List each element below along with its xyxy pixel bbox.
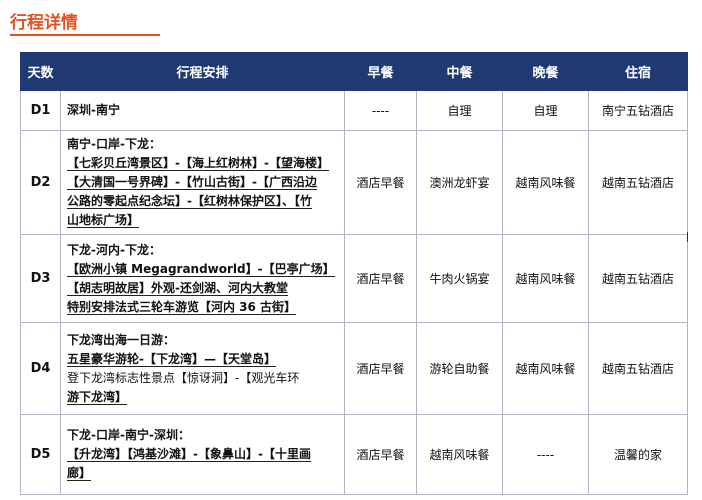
hotel-cell: 南宁五钻酒店	[588, 90, 688, 131]
plan-line: 【胡志明故居】外观-还剑湖、河内大教堂	[67, 280, 288, 296]
itinerary-table-container: 天数 行程安排 早餐 中餐 晚餐 住宿 D1 深圳-南宁 ---- 自理 自理 …	[20, 52, 688, 495]
breakfast-cell: 酒店早餐	[344, 130, 417, 235]
table-row: D2 南宁-口岸-下龙： 【七彩贝丘湾景区】-【海上红树林】-【望海楼】 【大清…	[20, 130, 688, 235]
plan-cell: 下龙湾出海一日游： 五星豪华游轮-【下龙湾】—【天堂岛】 登下龙湾标志性景点【惊…	[60, 322, 345, 415]
dinner-cell: 越南风味餐	[502, 234, 589, 323]
lunch-cell: 澳洲龙虾宴	[416, 130, 503, 235]
title-underline	[10, 34, 160, 36]
hotel-cell: 越南五钻酒店	[588, 322, 688, 415]
plan-line: 【升龙湾】【鸿基沙滩】-【象鼻山】-【十里画	[67, 447, 311, 462]
lunch-cell: 自理	[416, 90, 503, 131]
header-day: 天数	[20, 52, 61, 91]
table-row: D4 下龙湾出海一日游： 五星豪华游轮-【下龙湾】—【天堂岛】 登下龙湾标志性景…	[20, 322, 688, 415]
plan-cell: 下龙-口岸-南宁-深圳： 【升龙湾】【鸿基沙滩】-【象鼻山】-【十里画 廊】	[60, 414, 345, 495]
breakfast-cell: 酒店早餐	[344, 234, 417, 323]
day-cell: D5	[20, 414, 61, 495]
plan-line: 深圳-南宁	[67, 103, 120, 117]
day-cell: D3	[20, 234, 61, 323]
plan-line: 下龙湾出海一日游：	[67, 332, 176, 347]
plan-line: 特别安排法式三轮车游览【河内 36 古街】	[67, 299, 297, 315]
header-hotel: 住宿	[588, 52, 688, 91]
header-plan: 行程安排	[60, 52, 345, 91]
plan-line: 五星豪华游轮-【下龙湾】—【天堂岛】	[67, 351, 276, 367]
breakfast-cell: 酒店早餐	[344, 414, 417, 495]
hotel-cell: 温馨的家	[588, 414, 688, 495]
page-title: 行程详情	[10, 13, 78, 33]
plan-cell: 南宁-口岸-下龙： 【七彩贝丘湾景区】-【海上红树林】-【望海楼】 【大清国一号…	[60, 130, 345, 235]
dinner-cell: 越南风味餐	[502, 130, 589, 235]
dinner-cell: 越南风味餐	[502, 322, 589, 415]
plan-line: 下龙-河内-下龙：	[67, 242, 161, 257]
day-cell: D2	[20, 130, 61, 235]
text-cursor-mark	[687, 232, 688, 242]
plan-line: 【欧洲小镇 Megagrandworld】-【巴亭广场】	[67, 261, 335, 277]
day-cell: D1	[20, 90, 61, 131]
plan-cell: 深圳-南宁	[60, 90, 345, 131]
plan-cell: 下龙-河内-下龙： 【欧洲小镇 Megagrandworld】-【巴亭广场】 【…	[60, 234, 345, 323]
day-cell: D4	[20, 322, 61, 415]
header-dinner: 晚餐	[502, 52, 589, 91]
breakfast-cell: 酒店早餐	[344, 322, 417, 415]
lunch-cell: 牛肉火锅宴	[416, 234, 503, 323]
table-row: D1 深圳-南宁 ---- 自理 自理 南宁五钻酒店	[20, 90, 688, 131]
table-row: D3 下龙-河内-下龙： 【欧洲小镇 Megagrandworld】-【巴亭广场…	[20, 234, 688, 323]
table-row: D5 下龙-口岸-南宁-深圳： 【升龙湾】【鸿基沙滩】-【象鼻山】-【十里画 廊…	[20, 414, 688, 495]
breakfast-cell: ----	[344, 90, 417, 131]
plan-line: 廊】	[67, 466, 92, 481]
plan-line: 【七彩贝丘湾景区】-【海上红树林】-【望海楼】	[67, 156, 329, 171]
header-lunch: 中餐	[416, 52, 503, 91]
plan-line: 【大清国一号界碑】-【竹山古街】-【广西沿边	[67, 175, 317, 190]
hotel-cell: 越南五钻酒店	[588, 234, 688, 323]
dinner-cell: ----	[502, 414, 589, 495]
dinner-cell: 自理	[502, 90, 589, 131]
table-header-row: 天数 行程安排 早餐 中餐 晚餐 住宿	[20, 52, 688, 91]
lunch-cell: 越南风味餐	[416, 414, 503, 495]
lunch-cell: 游轮自助餐	[416, 322, 503, 415]
plan-line: 游下龙湾】	[67, 389, 128, 405]
itinerary-table: 天数 行程安排 早餐 中餐 晚餐 住宿 D1 深圳-南宁 ---- 自理 自理 …	[20, 52, 688, 495]
plan-line: 公路的零起点纪念坛】-【红树林保护区】、【竹	[67, 194, 312, 209]
header-breakfast: 早餐	[344, 52, 417, 91]
plan-line: 山地标广场】	[67, 213, 140, 228]
plan-line: 登下龙湾标志性景点【惊讶洞】-【观光车环	[67, 370, 300, 385]
plan-line: 下龙-口岸-南宁-深圳：	[67, 428, 190, 442]
hotel-cell: 越南五钻酒店	[588, 130, 688, 235]
plan-line: 南宁-口岸-下龙：	[67, 137, 161, 151]
